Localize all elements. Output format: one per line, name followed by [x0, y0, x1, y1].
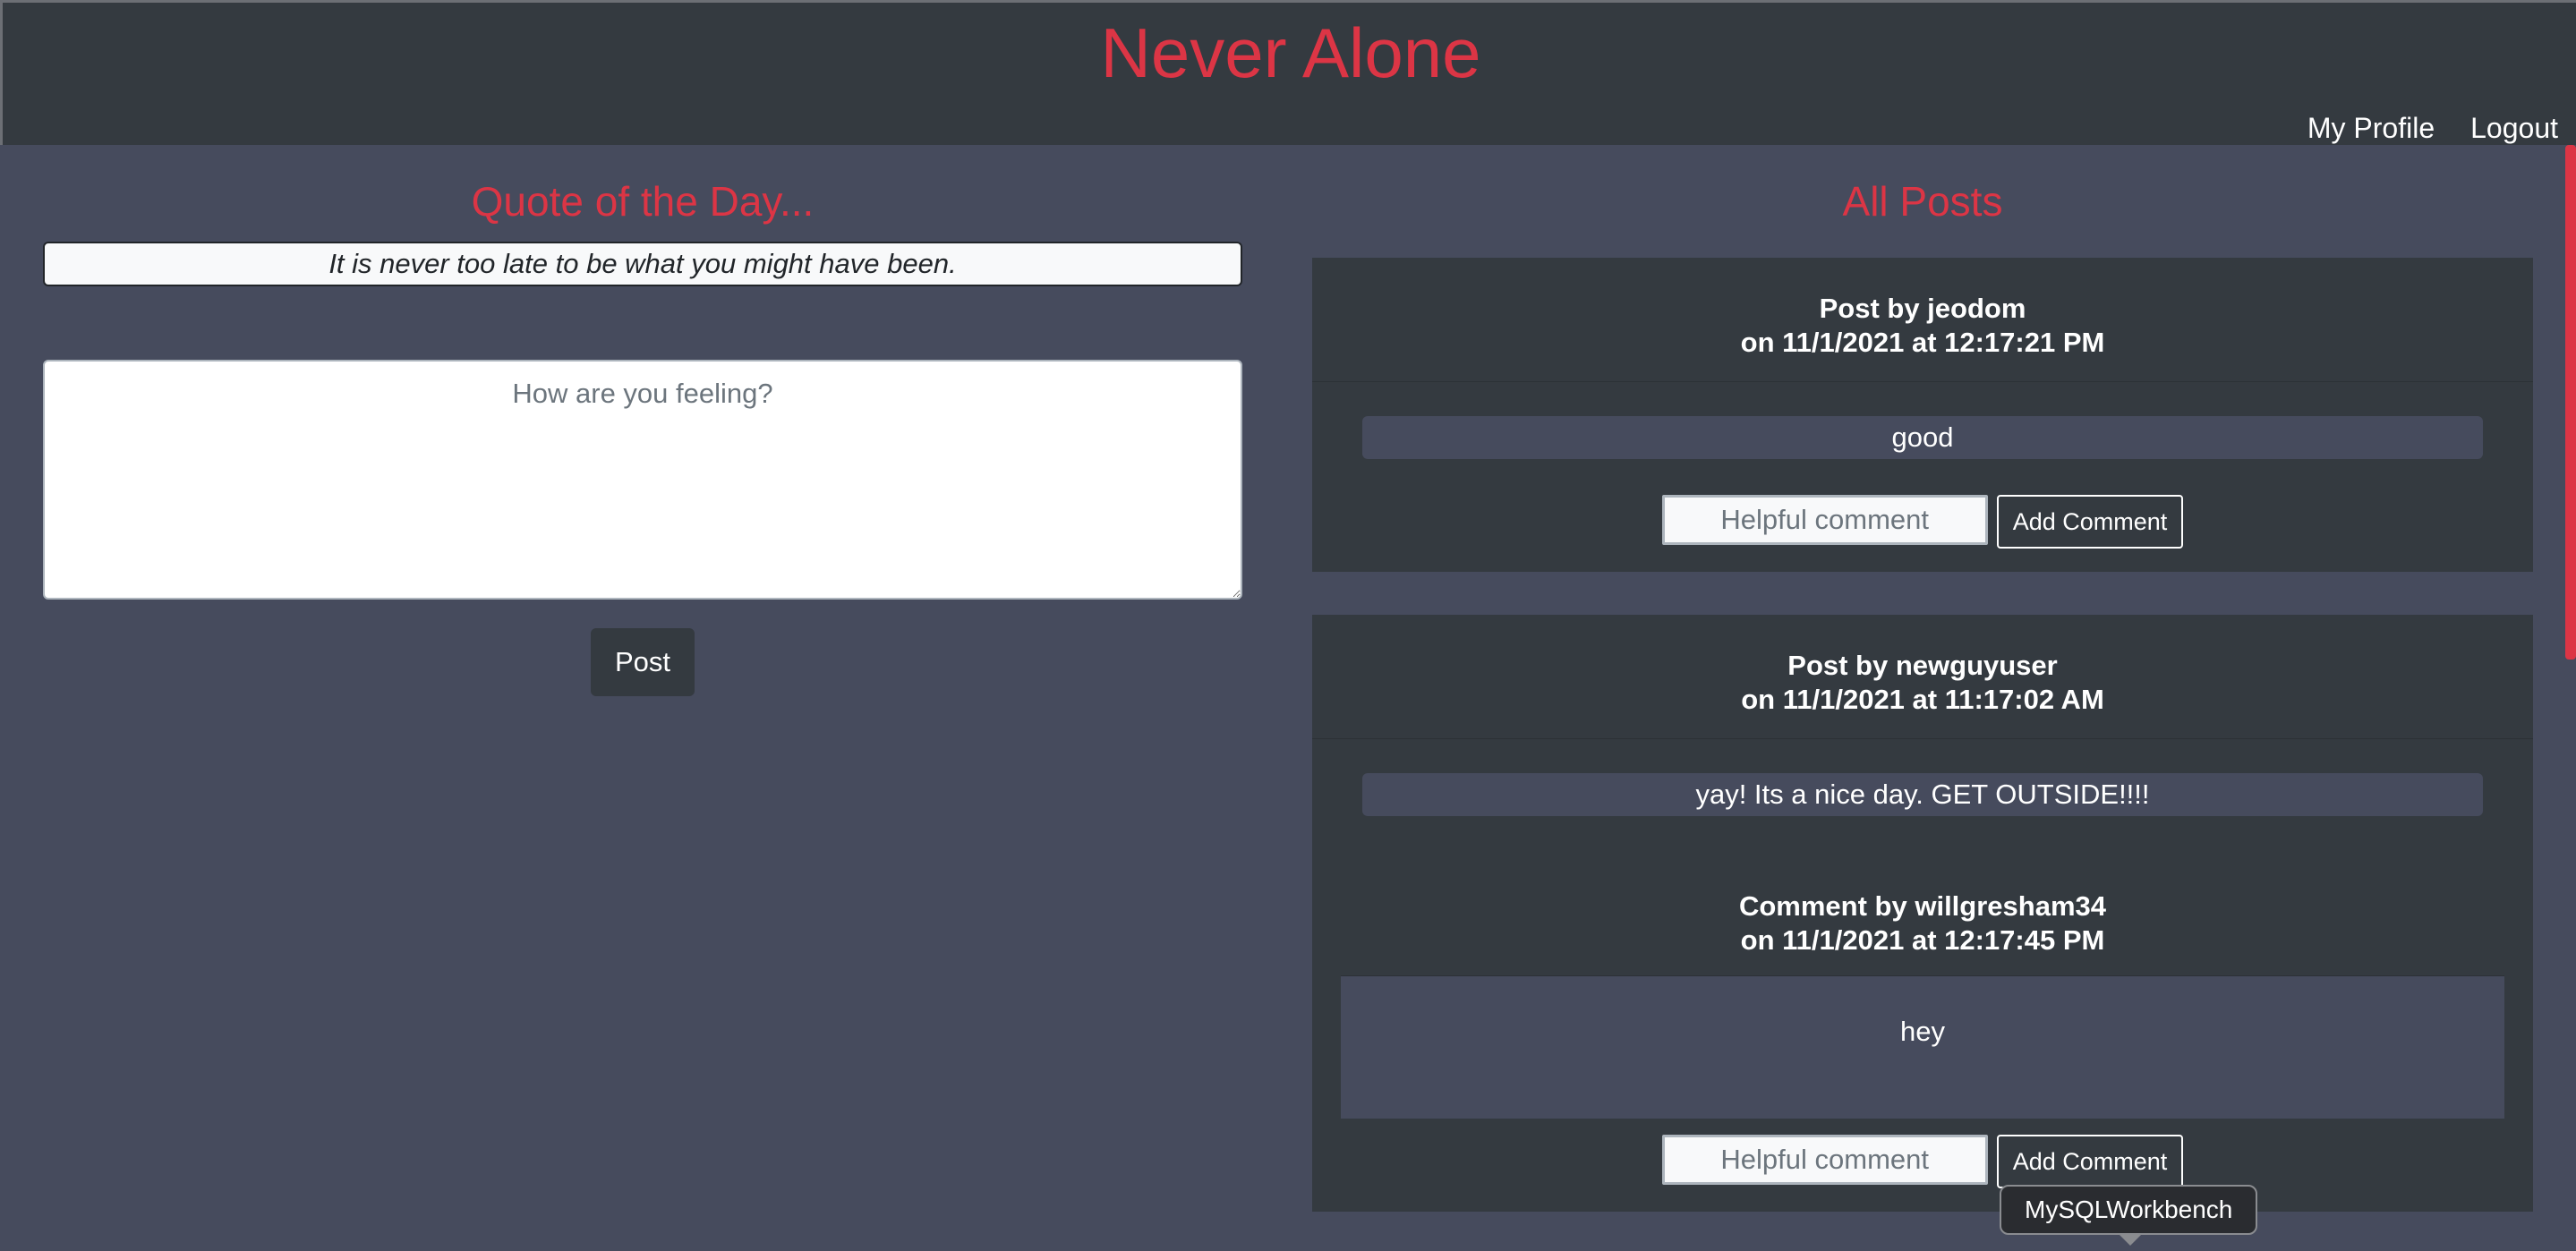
post-header: Post by jeodom on 11/1/2021 at 12:17:21 … — [1312, 258, 2533, 382]
comment-form: Add Comment — [1362, 495, 2483, 549]
add-comment-button[interactable]: Add Comment — [1996, 1135, 2184, 1188]
comment-input[interactable] — [1661, 1135, 1988, 1185]
nav-logout-link[interactable]: Logout — [2470, 108, 2558, 148]
quote-section-title: Quote of the Day... — [471, 178, 815, 225]
site-header: Never Alone My Profile Logout — [0, 0, 2576, 145]
post-body: good Add Comment — [1312, 382, 2533, 572]
post-button-wrap: Post — [43, 628, 1242, 696]
right-column: All Posts Post by jeodom on 11/1/2021 at… — [1312, 170, 2533, 1212]
feeling-input[interactable] — [43, 360, 1242, 600]
post-content: yay! Its a nice day. GET OUTSIDE!!!! — [1362, 773, 2483, 816]
left-column: Quote of the Day... It is never too late… — [43, 170, 1242, 696]
add-comment-button[interactable]: Add Comment — [1996, 495, 2184, 549]
post-date: on 11/1/2021 at 11:17:02 AM — [1741, 684, 2104, 715]
post-card: Post by newguyuser on 11/1/2021 at 11:17… — [1312, 615, 2533, 1212]
post-date: on 11/1/2021 at 12:17:21 PM — [1740, 327, 2105, 358]
all-posts-title: All Posts — [1842, 178, 2003, 225]
comment-content: hey — [1341, 975, 2504, 1119]
post-byline: Post by jeodom — [1819, 293, 2026, 324]
site-title: Never Alone — [1100, 13, 1481, 92]
post-card: Post by jeodom on 11/1/2021 at 12:17:21 … — [1312, 258, 2533, 572]
tooltip-arrow — [2118, 1233, 2143, 1246]
comment-form: Add Comment — [1362, 1135, 2483, 1188]
nav-my-profile-link[interactable]: My Profile — [2307, 108, 2435, 148]
page-scrollbar[interactable] — [2565, 145, 2576, 1251]
comment-byline: Comment by willgresham34 — [1738, 890, 2106, 922]
quote-of-the-day: It is never too late to be what you migh… — [43, 242, 1242, 286]
comment-date: on 11/1/2021 at 12:17:45 PM — [1740, 924, 2105, 956]
post-header: Post by newguyuser on 11/1/2021 at 11:17… — [1312, 615, 2533, 739]
post-byline: Post by newguyuser — [1787, 650, 2058, 681]
comment-input[interactable] — [1661, 495, 1988, 545]
post-body: yay! Its a nice day. GET OUTSIDE!!!! Com… — [1312, 739, 2533, 1212]
scrollbar-thumb[interactable] — [2565, 145, 2576, 660]
comment-header: Comment by willgresham34 on 11/1/2021 at… — [1362, 889, 2483, 957]
top-nav: My Profile Logout — [2307, 108, 2558, 148]
post-content: good — [1362, 416, 2483, 459]
post-button[interactable]: Post — [590, 628, 695, 696]
dock-tooltip: MySQLWorkbench — [2000, 1185, 2258, 1235]
